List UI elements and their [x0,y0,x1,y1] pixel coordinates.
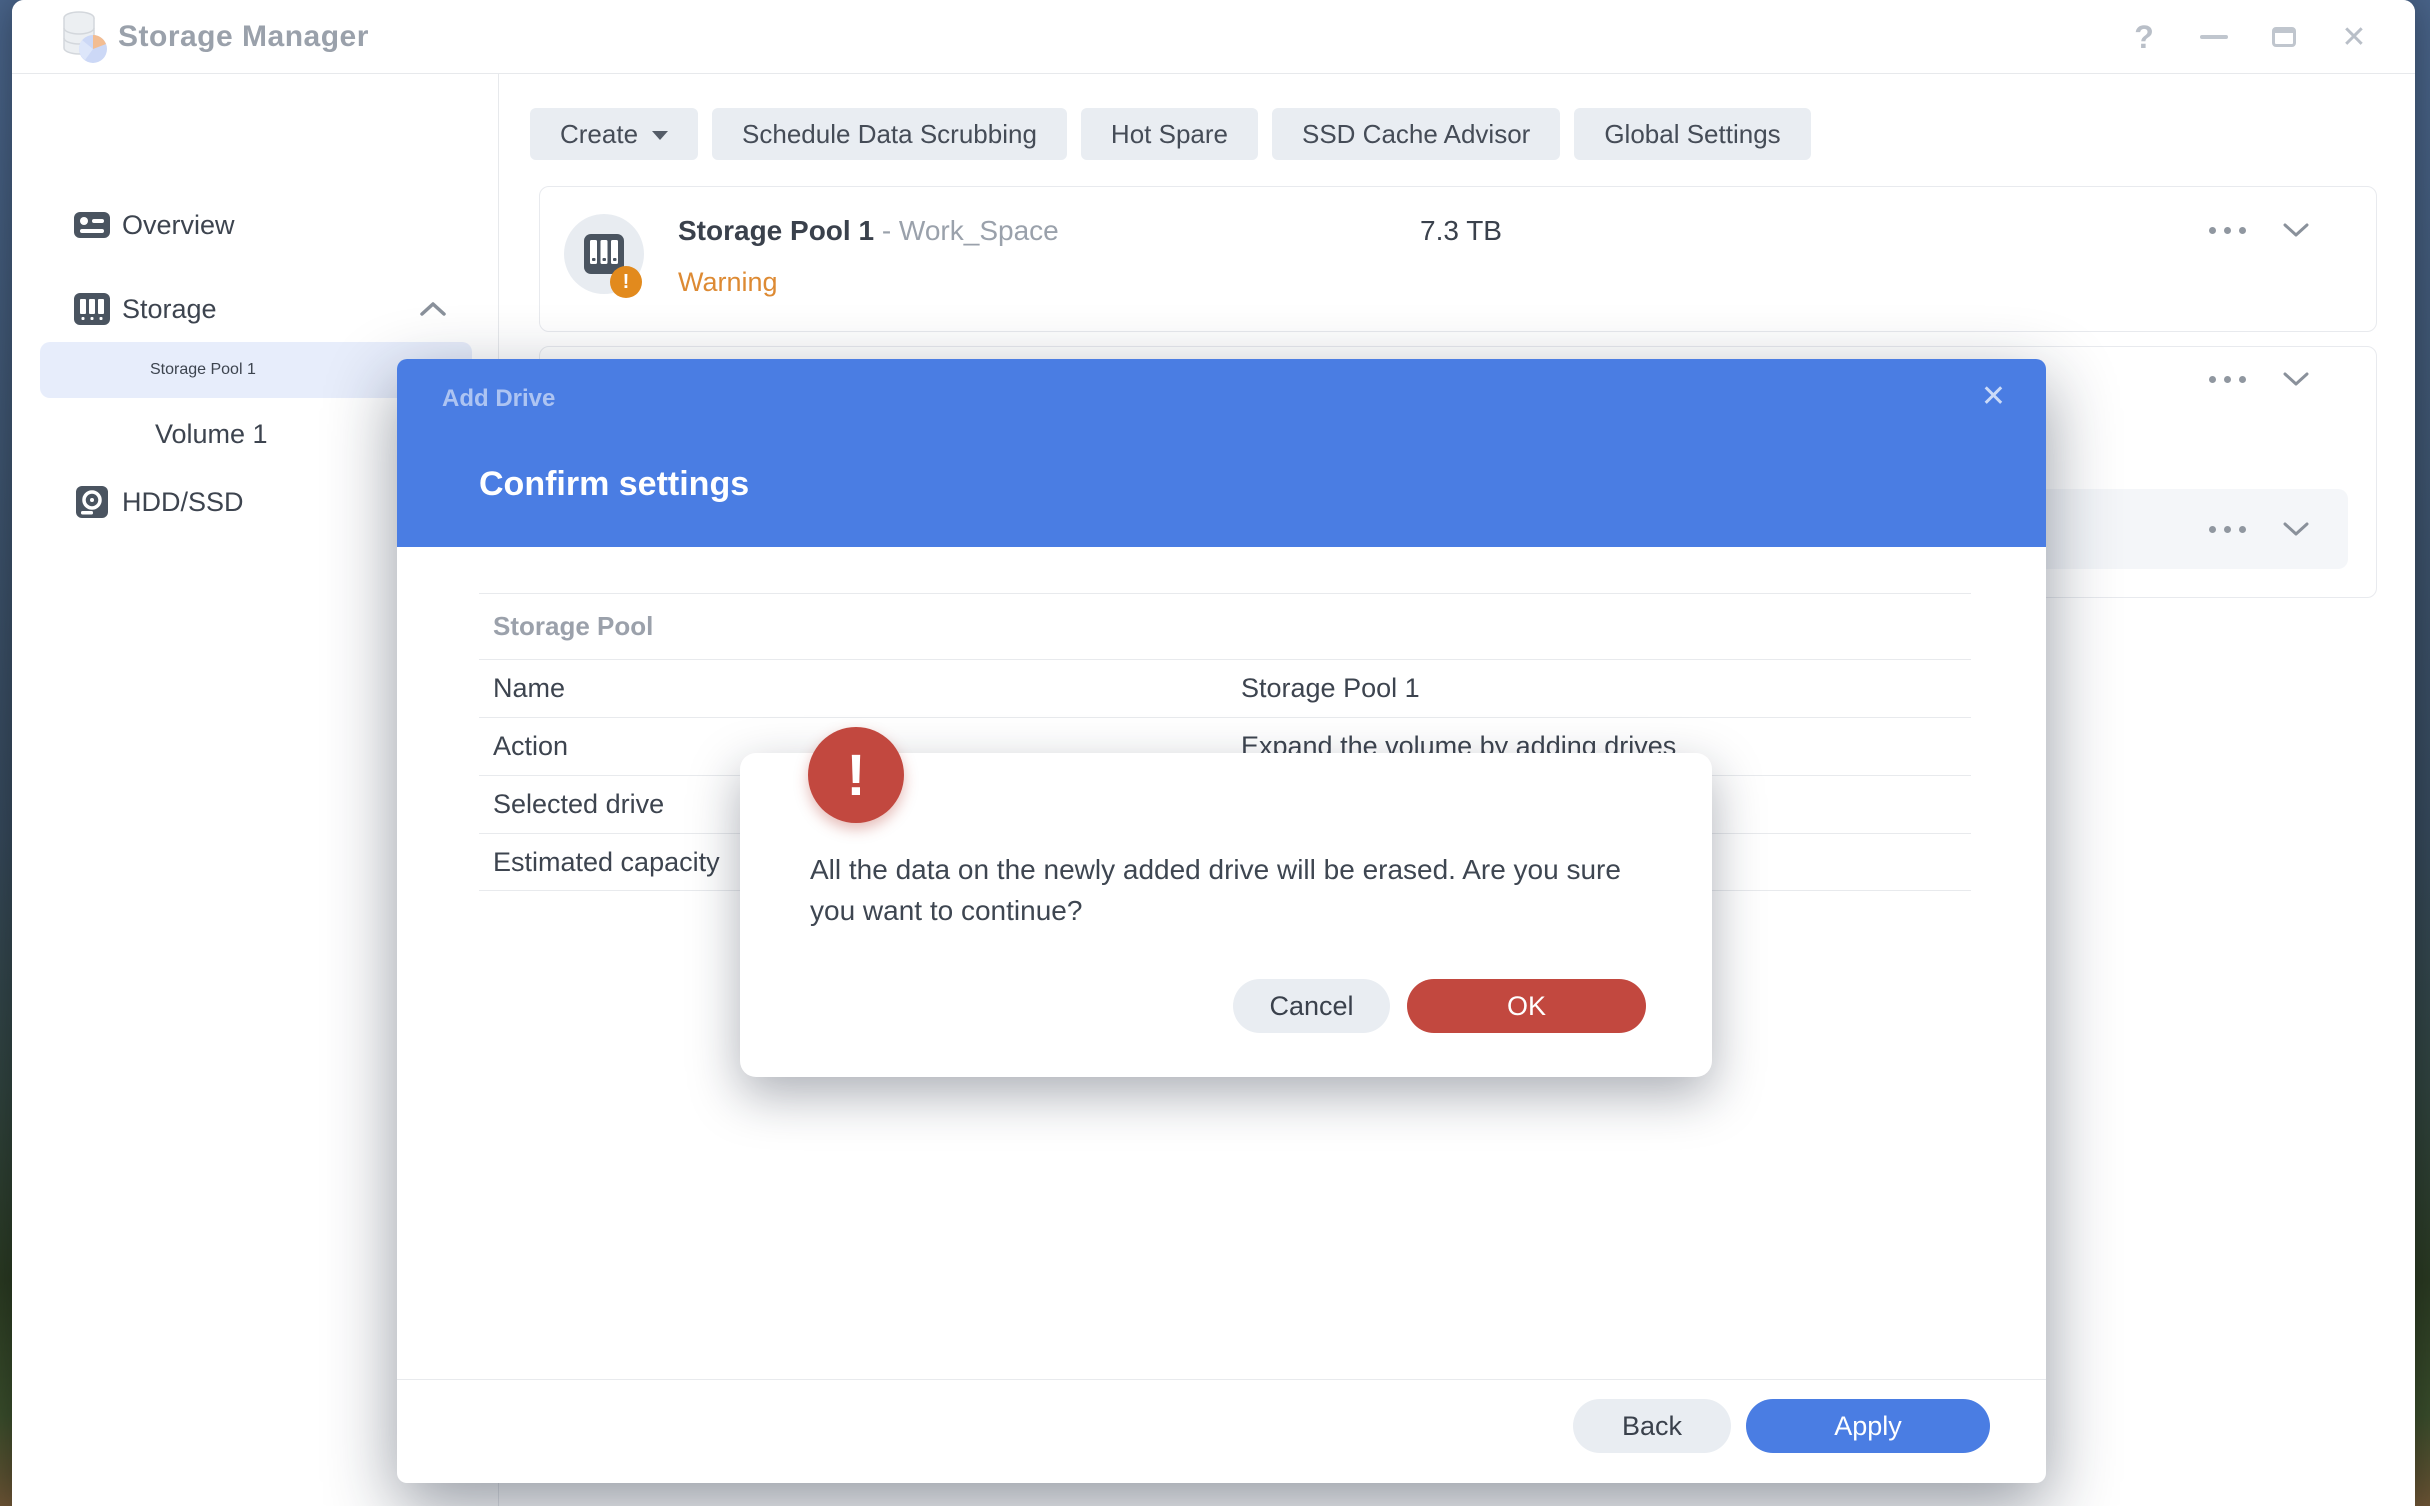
sidebar-item-label: Overview [122,210,235,241]
warning-badge-icon: ! [610,266,642,298]
row-value: Storage Pool 1 [1241,673,1420,704]
more-actions-icon[interactable] [2200,364,2254,394]
row-label: Selected drive [493,789,664,820]
app-title: Storage Manager [118,0,369,74]
create-button-label: Create [560,119,638,150]
storage-pool-row[interactable]: ! Storage Pool 1 - Work_Space 7.3 TB War… [539,186,2377,332]
pool-title-line: Storage Pool 1 - Work_Space [678,215,1059,247]
pool-subtitle: - Work_Space [874,215,1059,246]
ok-button[interactable]: OK [1407,979,1646,1033]
sidebar-item-label: Storage [122,294,217,325]
more-actions-icon[interactable] [2200,514,2254,544]
dialog-header: Add Drive ✕ Confirm settings [397,359,2046,547]
chevron-up-icon[interactable] [420,302,446,316]
sidebar-item-label: Storage Pool 1 [150,361,256,379]
storage-manager-window: Storage Manager ? ✕ Overview [12,0,2415,1506]
titlebar: Storage Manager ? ✕ [12,0,2415,74]
apply-button[interactable]: Apply [1746,1399,1990,1453]
chevron-down-icon[interactable] [2279,514,2313,544]
row-label: Action [493,731,568,762]
help-icon[interactable]: ? [2129,19,2159,55]
table-section-row: Storage Pool [479,593,1971,659]
overview-icon [70,210,114,240]
schedule-data-scrubbing-button[interactable]: Schedule Data Scrubbing [712,108,1067,160]
alert-message: All the data on the newly added drive wi… [810,849,1672,931]
hdd-icon [70,485,114,519]
pool-title: Storage Pool 1 [678,215,874,246]
warning-exclamation-icon: ! [808,727,904,823]
pool-capacity: 7.3 TB [1420,215,1502,247]
erase-confirmation-alert: ! All the data on the newly added drive … [740,753,1712,1077]
maximize-icon[interactable] [2269,19,2299,55]
table-section-header: Storage Pool [493,611,653,642]
table-row: Name Storage Pool 1 [479,659,1971,717]
toolbar: Create Schedule Data Scrubbing Hot Spare… [530,108,1811,160]
ssd-cache-advisor-button[interactable]: SSD Cache Advisor [1272,108,1560,160]
close-window-icon[interactable]: ✕ [2339,19,2369,55]
cancel-button[interactable]: Cancel [1233,979,1390,1033]
global-settings-button[interactable]: Global Settings [1574,108,1810,160]
create-button[interactable]: Create [530,108,698,160]
chevron-down-icon[interactable] [2279,215,2313,245]
pool-status-warning: Warning [678,267,778,298]
row-label: Estimated capacity [493,847,720,878]
dialog-heading: Confirm settings [479,465,749,504]
storage-icon [70,292,114,326]
chevron-down-icon[interactable] [2279,364,2313,394]
hot-spare-button[interactable]: Hot Spare [1081,108,1258,160]
row-label: Name [493,673,565,704]
desktop-wallpaper: Storage Manager ? ✕ Overview [0,0,2430,1506]
sidebar-item-label: Volume 1 [155,419,268,450]
storage-manager-app-icon [55,8,113,66]
sidebar-item-overview[interactable]: Overview [12,197,498,253]
window-controls: ? ✕ [2129,0,2369,74]
dialog-footer: Back Apply [397,1379,2046,1483]
back-button[interactable]: Back [1573,1399,1731,1453]
sidebar-item-label: HDD/SSD [122,487,244,518]
minimize-icon[interactable] [2199,19,2229,55]
sidebar-item-storage[interactable]: Storage [12,281,498,337]
more-actions-icon[interactable] [2200,215,2254,245]
caret-down-icon [652,131,668,140]
dialog-title: Add Drive [442,385,555,413]
close-dialog-icon[interactable]: ✕ [1981,379,2006,414]
